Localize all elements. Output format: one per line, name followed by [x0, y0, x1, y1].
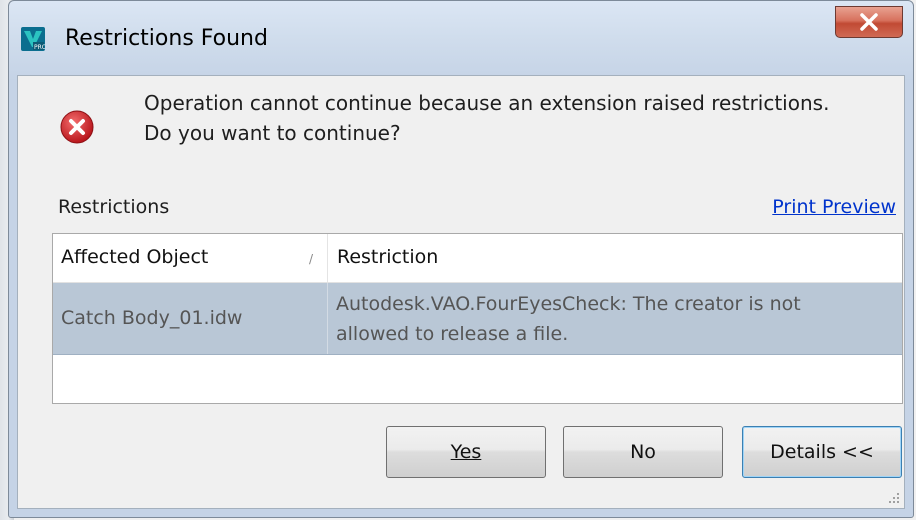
cell-divider	[327, 283, 328, 354]
grid-header: Affected Object / Restriction	[53, 234, 902, 283]
restrictions-label: Restrictions	[58, 196, 170, 218]
message-line-1: Operation cannot continue because an ext…	[144, 91, 830, 115]
dialog-body: Operation cannot continue because an ext…	[17, 75, 905, 509]
window-title: Restrictions Found	[65, 26, 268, 51]
resize-grip-icon[interactable]	[888, 492, 900, 504]
message-line-2: Do you want to continue?	[144, 121, 401, 145]
yes-button-label: Yes	[450, 441, 482, 463]
autodesk-vault-icon: PRO	[21, 27, 45, 51]
details-button-label: Details <<	[770, 441, 874, 463]
restrictions-grid[interactable]: Affected Object / Restriction Catch Body…	[52, 233, 903, 404]
column-header-affected-object[interactable]: Affected Object	[61, 246, 208, 268]
sort-indicator-icon: /	[309, 252, 314, 266]
print-preview-link[interactable]: Print Preview	[772, 196, 896, 218]
svg-text:PRO: PRO	[34, 44, 45, 51]
error-icon	[60, 110, 94, 144]
close-icon	[860, 13, 878, 31]
no-button[interactable]: No	[563, 426, 723, 478]
cell-restriction: Autodesk.VAO.FourEyesCheck: The creator …	[336, 293, 801, 345]
restrictions-dialog: PRO Restrictions Found Operation cannot …	[8, 0, 914, 518]
close-button[interactable]	[835, 6, 903, 38]
table-row[interactable]: Catch Body_01.idw Autodesk.VAO.FourEyesC…	[53, 283, 902, 355]
no-button-label: No	[630, 441, 656, 463]
details-button[interactable]: Details <<	[742, 426, 902, 478]
column-header-restriction[interactable]: Restriction	[337, 246, 438, 268]
title-bar[interactable]: PRO Restrictions Found	[9, 1, 913, 75]
yes-button[interactable]: Yes	[386, 426, 546, 478]
column-divider[interactable]	[327, 234, 328, 282]
message-text: Operation cannot continue because an ext…	[144, 88, 829, 148]
cell-affected-object: Catch Body_01.idw	[61, 307, 243, 329]
